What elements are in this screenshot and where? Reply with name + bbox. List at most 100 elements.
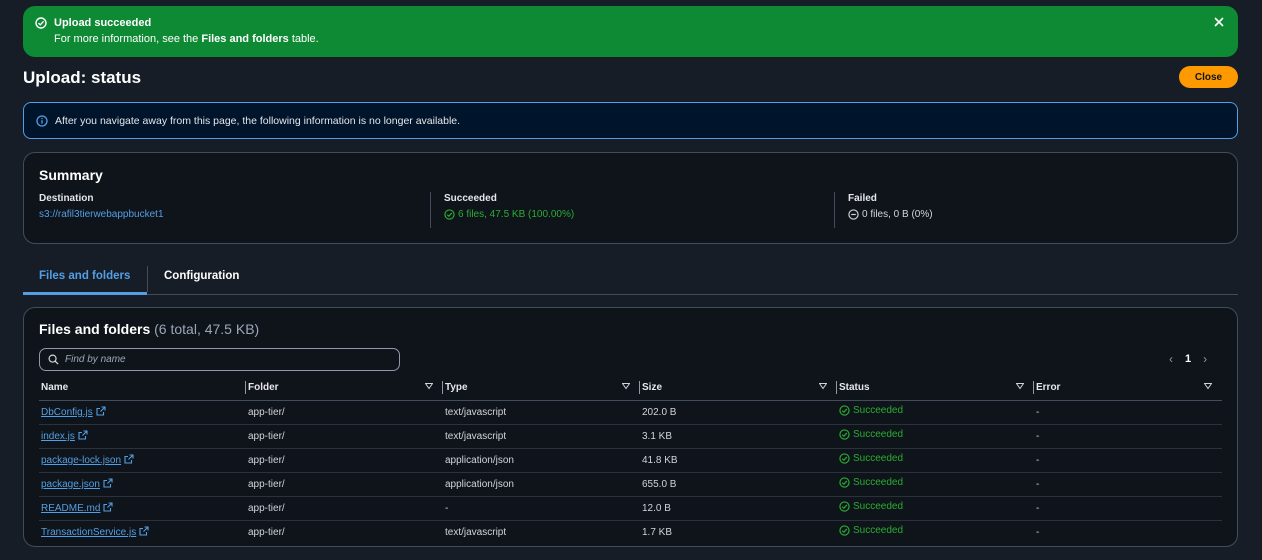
external-link-icon <box>124 454 134 464</box>
flash-message: For more information, see the Files and … <box>54 33 319 45</box>
status-text: Succeeded <box>853 405 904 416</box>
files-panel: Files and folders (6 total, 47.5 KB) ‹ 1… <box>23 307 1238 547</box>
failed-label: Failed <box>848 193 877 204</box>
status-text: Succeeded <box>853 477 904 488</box>
cell-type: application/json <box>443 472 640 497</box>
cell-name: package.json <box>39 472 246 497</box>
cell-type: text/javascript <box>443 400 640 425</box>
summary-destination: Destination s3://rafil3tierwebappbucket1 <box>39 193 164 220</box>
sort-down-icon[interactable] <box>622 382 630 390</box>
cell-folder: app-tier/ <box>246 496 443 521</box>
table-row: package-lock.json app-tier/application/js… <box>39 448 1222 473</box>
cell-size: 3.1 KB <box>640 424 837 449</box>
files-table: Name Folder Type Size Status Error DbCon… <box>39 376 1222 544</box>
cell-error: - <box>1034 472 1222 497</box>
cell-status: Succeeded <box>837 472 1034 497</box>
cell-type: text/javascript <box>443 424 640 449</box>
table-row: index.js app-tier/text/javascript 3.1 KB Su… <box>39 424 1222 449</box>
success-icon <box>839 525 850 536</box>
page-number[interactable]: 1 <box>1185 353 1191 365</box>
external-link-icon <box>103 478 113 488</box>
cell-name: README.md <box>39 496 246 521</box>
status-text: Succeeded <box>853 453 904 464</box>
page-title: Upload: status <box>23 68 142 87</box>
column-header-folder[interactable]: Folder <box>246 376 443 401</box>
cell-status: Succeeded <box>837 496 1034 521</box>
success-icon <box>839 429 850 440</box>
cell-status: Succeeded <box>837 424 1034 449</box>
cell-status: Succeeded <box>837 520 1034 544</box>
cell-error: - <box>1034 400 1222 425</box>
column-header-error[interactable]: Error <box>1034 376 1222 401</box>
cell-status: Succeeded <box>837 448 1034 473</box>
file-link[interactable]: package-lock.json <box>41 455 121 466</box>
sort-down-icon[interactable] <box>1016 382 1024 390</box>
column-header-status[interactable]: Status <box>837 376 1034 401</box>
search-icon <box>48 354 59 365</box>
file-link[interactable]: TransactionService.js <box>41 527 136 538</box>
check-circle-icon <box>35 17 47 29</box>
summary-divider <box>834 192 835 228</box>
tab-bar: Files and folders Configuration <box>23 264 1238 295</box>
success-icon <box>839 405 850 416</box>
files-heading: Files and folders (6 total, 47.5 KB) <box>39 321 260 337</box>
chevron-right-icon[interactable]: › <box>1203 352 1207 366</box>
external-link-icon <box>139 526 149 536</box>
column-header-size[interactable]: Size <box>640 376 837 401</box>
sort-down-icon[interactable] <box>1204 382 1212 390</box>
failed-value: 0 files, 0 B (0%) <box>862 209 933 220</box>
column-header-type[interactable]: Type <box>443 376 640 401</box>
cell-folder: app-tier/ <box>246 400 443 425</box>
success-icon <box>444 209 455 220</box>
flash-title: Upload succeeded <box>54 17 152 29</box>
file-link[interactable]: package.json <box>41 479 100 490</box>
file-link[interactable]: README.md <box>41 503 100 514</box>
file-link[interactable]: index.js <box>41 431 75 442</box>
search-input[interactable] <box>65 354 385 365</box>
success-flash-banner: Upload succeeded For more information, s… <box>23 6 1238 57</box>
cell-size: 202.0 B <box>640 400 837 425</box>
sort-down-icon[interactable] <box>819 382 827 390</box>
tab-separator <box>147 266 148 292</box>
search-box <box>39 348 400 371</box>
success-icon <box>839 477 850 488</box>
cell-type: text/javascript <box>445 526 507 538</box>
info-alert: After you navigate away from this page, … <box>23 102 1238 139</box>
close-button[interactable]: Close <box>1179 66 1238 88</box>
cell-error: - <box>1034 448 1222 473</box>
dismiss-icon[interactable] <box>1212 15 1226 29</box>
sort-down-icon[interactable] <box>425 382 433 390</box>
failed-minus-icon <box>848 209 859 220</box>
column-header-name[interactable]: Name <box>39 376 246 401</box>
tab-configuration[interactable]: Configuration <box>164 270 239 282</box>
table-row: README.md app-tier/-12.0 B Succeeded - <box>39 496 1222 521</box>
table-header-row: Name Folder Type Size Status Error <box>39 376 1222 401</box>
external-link-icon <box>96 406 106 416</box>
cell-folder: app-tier/ <box>246 448 443 473</box>
cell-size: 655.0 B <box>640 472 837 497</box>
cell-name: package-lock.json <box>39 448 246 473</box>
status-text: Succeeded <box>853 429 904 440</box>
chevron-left-icon[interactable]: ‹ <box>1169 352 1173 366</box>
pagination: ‹ 1 › <box>1169 352 1207 366</box>
cell-size: 41.8 KB <box>640 448 837 473</box>
external-link-icon <box>78 430 88 440</box>
status-text: Succeeded <box>853 525 904 537</box>
destination-link[interactable]: s3://rafil3tierwebappbucket1 <box>39 209 164 220</box>
cell-size: 12.0 B <box>640 496 837 521</box>
tab-files-and-folders[interactable]: Files and folders <box>39 270 130 282</box>
cell-type: - <box>443 496 640 521</box>
cell-name: TransactionService.js <box>39 520 246 544</box>
cell-name: index.js <box>39 424 246 449</box>
succeeded-label: Succeeded <box>444 193 497 204</box>
success-icon <box>839 453 850 464</box>
summary-divider <box>430 192 431 228</box>
succeeded-value: 6 files, 47.5 KB (100.00%) <box>458 209 575 220</box>
summary-heading: Summary <box>39 167 103 183</box>
cell-status: Succeeded <box>837 400 1034 425</box>
info-icon <box>36 114 48 127</box>
file-link[interactable]: DbConfig.js <box>41 407 93 418</box>
cell-size: 1.7 KB <box>642 526 673 538</box>
summary-failed: Failed 0 files, 0 B (0%) <box>848 193 933 220</box>
info-alert-text: After you navigate away from this page, … <box>55 114 461 127</box>
